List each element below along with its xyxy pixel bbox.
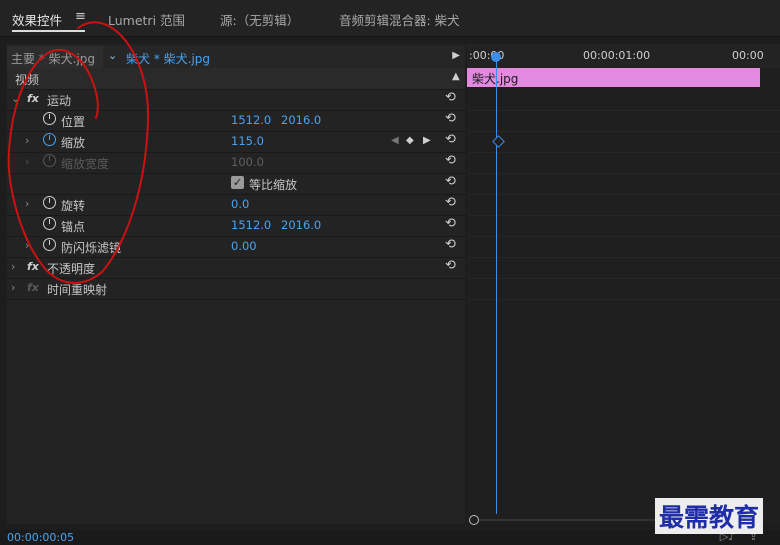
divider — [467, 131, 780, 132]
position-x-value[interactable]: 1512.0 — [231, 113, 271, 127]
opacity-label: 不透明度 — [47, 262, 96, 276]
divider — [467, 257, 780, 258]
master-clip-tab[interactable]: 主要 * 柴犬.jpg — [7, 46, 103, 68]
anchor-y-value[interactable]: 2016.0 — [281, 218, 321, 232]
reset-icon[interactable]: ⟲ — [445, 111, 456, 126]
tab-lumetri-scopes[interactable]: Lumetri 范围 — [108, 10, 185, 29]
chevron-down-icon[interactable]: ⌄ — [11, 92, 20, 105]
timecode-end: 00:00 — [732, 49, 764, 62]
time-ruler[interactable]: :00:00 00:00:01:00 00:00 — [467, 44, 780, 68]
property-row-anchor: 锚点 1512.0 2016.0 ⟲ — [7, 215, 465, 237]
stopwatch-icon[interactable] — [43, 112, 56, 125]
position-label: 位置 — [61, 115, 86, 129]
stopwatch-icon[interactable] — [43, 196, 56, 209]
rotation-value[interactable]: 0.0 — [231, 197, 249, 211]
property-row-scale-width: › 缩放宽度 100.0 ⟲ — [7, 152, 465, 174]
divider — [467, 299, 780, 300]
effect-row-time-remap[interactable]: › fx 时间重映射 — [7, 278, 465, 300]
divider — [467, 215, 780, 216]
anti-flicker-value[interactable]: 0.00 — [231, 239, 257, 253]
timecode-mid: 00:00:01:00 — [583, 49, 651, 62]
playhead-line[interactable] — [496, 58, 497, 514]
chevron-down-icon[interactable]: ⌄ — [108, 49, 117, 62]
scroll-up-icon[interactable]: ▲ — [452, 71, 460, 82]
fx-icon: fx — [27, 281, 39, 294]
reset-icon[interactable]: ⟲ — [445, 216, 456, 231]
chevron-right-icon[interactable]: › — [11, 281, 15, 294]
reset-icon[interactable]: ⟲ — [445, 132, 456, 147]
chevron-right-icon[interactable]: › — [11, 260, 15, 273]
tab-audio-clip-mixer[interactable]: 音频剪辑混合器: 柴犬 — [339, 10, 460, 29]
stopwatch-icon — [43, 154, 56, 167]
reset-icon[interactable]: ⟲ — [445, 195, 456, 210]
effect-timeline[interactable] — [467, 44, 780, 524]
effect-row-opacity[interactable]: › fx 不透明度 ⟲ — [7, 257, 465, 279]
position-y-value[interactable]: 2016.0 — [281, 113, 321, 127]
clip-selector-bar: 主要 * 柴犬.jpg ⌄ 柴犬 * 柴犬.jpg ▶ — [7, 46, 465, 68]
sequence-clip-selector[interactable]: 柴犬 * 柴犬.jpg — [126, 50, 210, 67]
uniform-scale-label: 等比缩放 — [249, 178, 298, 192]
zoom-handle[interactable] — [469, 515, 479, 525]
reset-icon[interactable]: ⟲ — [445, 237, 456, 252]
panel-tab-bar: 效果控件 ≡ Lumetri 范围 源:（无剪辑） 音频剪辑混合器: 柴犬 — [0, 0, 780, 36]
property-row-position: 位置 1512.0 2016.0 ⟲ — [7, 110, 465, 132]
chevron-right-icon: › — [25, 155, 30, 168]
divider — [467, 278, 780, 279]
anti-flicker-label: 防闪烁滤镜 — [61, 241, 122, 255]
clip-bar[interactable]: 柴犬.jpg — [467, 68, 760, 87]
tab-source[interactable]: 源:（无剪辑） — [220, 10, 299, 29]
tab-effect-controls[interactable]: 效果控件 — [12, 10, 62, 29]
play-only-icon[interactable]: ▶ — [452, 50, 460, 61]
property-row-uniform-scale: ✓ 等比缩放 ⟲ — [7, 173, 465, 195]
uniform-scale-checkbox[interactable]: ✓ — [231, 176, 244, 189]
scale-value[interactable]: 115.0 — [231, 134, 264, 148]
divider — [467, 173, 780, 174]
chevron-right-icon[interactable]: › — [25, 134, 29, 147]
chevron-right-icon[interactable]: › — [25, 197, 29, 210]
property-row-anti-flicker: › 防闪烁滤镜 0.00 ⟲ — [7, 236, 465, 258]
divider — [467, 236, 780, 237]
divider — [467, 110, 780, 111]
stopwatch-icon[interactable] — [43, 238, 56, 251]
scale-width-label: 缩放宽度 — [61, 157, 110, 171]
next-keyframe-icon[interactable]: ▶ — [423, 135, 431, 146]
current-timecode[interactable]: 00:00:00:05 — [7, 531, 74, 544]
scale-width-value: 100.0 — [231, 155, 264, 169]
anchor-label: 锚点 — [61, 220, 86, 234]
video-label: 视频 — [15, 73, 40, 87]
reset-icon[interactable]: ⟲ — [445, 90, 456, 105]
property-row-scale: › 缩放 115.0 ◀ ◆ ▶ ⟲ — [7, 131, 465, 153]
chevron-right-icon[interactable]: › — [25, 239, 29, 252]
reset-icon[interactable]: ⟲ — [445, 174, 456, 189]
divider — [467, 194, 780, 195]
time-remap-label: 时间重映射 — [47, 283, 108, 297]
anchor-x-value[interactable]: 1512.0 — [231, 218, 271, 232]
divider — [0, 36, 780, 37]
active-tab-indicator — [12, 30, 85, 32]
previous-keyframe-icon[interactable]: ◀ — [391, 135, 399, 146]
video-section-header: 视频 ▲ — [7, 68, 465, 90]
reset-icon[interactable]: ⟲ — [445, 153, 456, 168]
panel-menu-icon[interactable]: ≡ — [75, 9, 86, 24]
property-row-rotation: › 旋转 0.0 ⟲ — [7, 194, 465, 216]
rotation-label: 旋转 — [61, 199, 86, 213]
scale-label: 缩放 — [61, 136, 86, 150]
stopwatch-active-icon[interactable] — [43, 133, 56, 146]
watermark-logo: 最需教育 — [655, 498, 764, 534]
stopwatch-icon[interactable] — [43, 217, 56, 230]
divider — [467, 152, 780, 153]
add-keyframe-icon[interactable]: ◆ — [406, 135, 414, 146]
fx-icon[interactable]: fx — [27, 260, 39, 273]
motion-label: 运动 — [47, 94, 72, 108]
playhead-handle[interactable] — [491, 52, 501, 62]
fx-icon[interactable]: fx — [27, 92, 39, 105]
reset-icon[interactable]: ⟲ — [445, 258, 456, 273]
effect-row-motion[interactable]: ⌄ fx 运动 ⟲ — [7, 89, 465, 111]
master-clip-label: 主要 * 柴犬.jpg — [11, 52, 96, 66]
